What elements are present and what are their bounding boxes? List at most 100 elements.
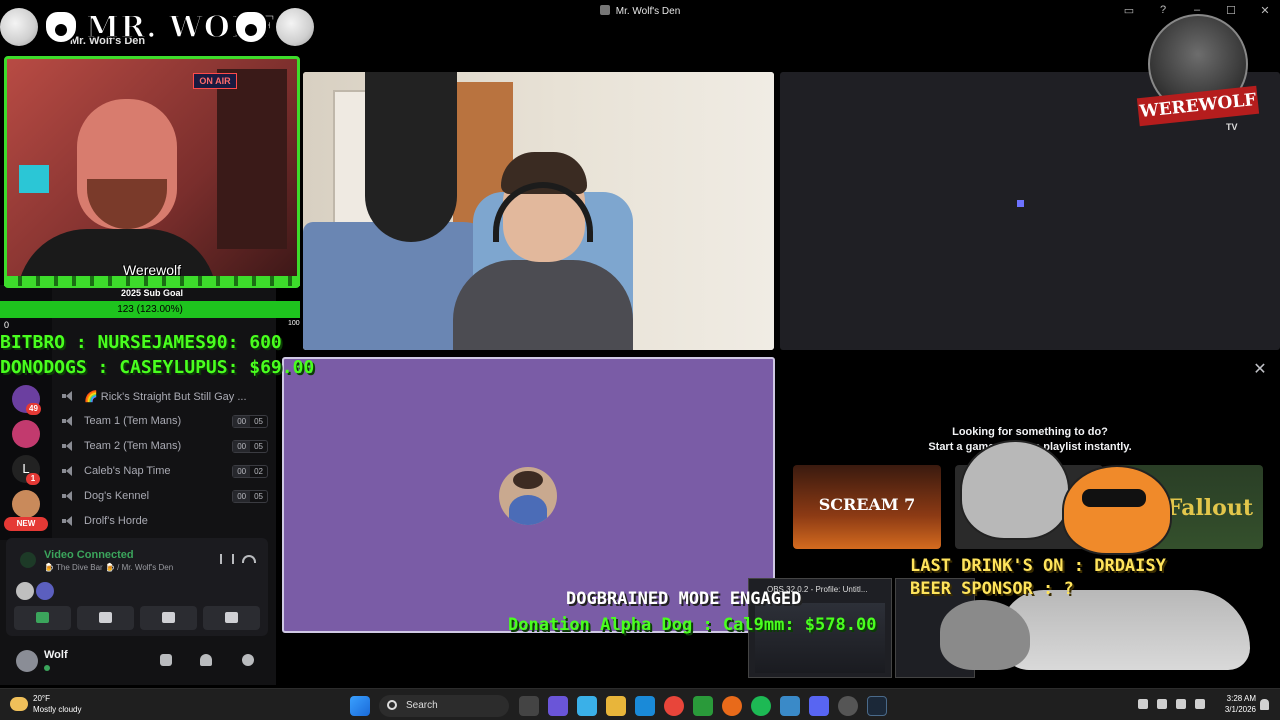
werewolf-logo-text: WEREWOLF <box>1136 85 1260 127</box>
avatar[interactable] <box>16 650 38 672</box>
cat-mascot-image <box>960 440 1070 540</box>
speaker-icon <box>62 466 76 476</box>
activity-card[interactable]: SCREAM 7 <box>793 465 941 549</box>
copilot-icon[interactable] <box>577 696 597 716</box>
search-box[interactable]: Search <box>379 695 509 717</box>
voice-channel[interactable]: Team 2 (Tem Mans) 00 05 <box>62 435 268 457</box>
display-icon[interactable] <box>1176 699 1186 709</box>
ticker-donations: DONODOGS : CASEYLUPUS: $69.00 <box>0 357 315 378</box>
participant-avatar <box>499 467 557 525</box>
beer-sponsor: BEER SPONSOR : ? <box>910 579 1074 599</box>
mr-wolf-logo: MR. WOLF <box>0 4 316 50</box>
voice-channel[interactable]: Caleb's Nap Time 00 02 <box>62 460 268 482</box>
voice-channel[interactable]: 🌈 Rick's Straight But Still Gay ... <box>62 385 268 407</box>
subgoal-bar: 123 (123.00%) <box>0 301 300 318</box>
camera-icon <box>36 612 49 623</box>
webcam-label: Werewolf <box>122 262 182 278</box>
taskbar-apps: Search <box>350 695 896 717</box>
paw-icon <box>44 10 78 44</box>
screen-share-button[interactable] <box>77 606 134 630</box>
discord-icon[interactable] <box>809 696 829 716</box>
status-indicator <box>44 663 74 671</box>
start-icon[interactable] <box>350 696 370 716</box>
voice-channel[interactable]: Dog's Kennel 00 05 <box>62 485 268 507</box>
screen-share-icon[interactable]: ▭ <box>1122 4 1136 17</box>
preview-thumbnail <box>755 603 885 673</box>
file-explorer-icon[interactable] <box>606 696 626 716</box>
werewolf-tv-logo: WEREWOLF TV <box>1136 14 1262 136</box>
edge-icon[interactable] <box>635 696 655 716</box>
system-tray <box>1138 699 1205 709</box>
voice-channel[interactable]: Team 1 (Tem Mans) 00 05 <box>62 410 268 432</box>
camera-button[interactable] <box>14 606 71 630</box>
soundboard-button[interactable] <box>203 606 260 630</box>
speaker-icon <box>62 416 76 426</box>
username[interactable]: Wolf <box>44 649 68 661</box>
server-icon[interactable] <box>12 420 40 448</box>
steam-icon[interactable] <box>867 696 887 716</box>
unread-badge: 1 <box>26 473 40 485</box>
speaker-icon <box>62 391 76 401</box>
clock[interactable]: 3:28 AM 3/1/2026 <box>1216 693 1256 715</box>
participant-avatar[interactable] <box>16 582 34 600</box>
loading-indicator <box>1017 200 1024 207</box>
user-panel: Wolf <box>6 644 268 680</box>
taskbar: 20°F Mostly cloudy Search 3:28 AM 3/1/20… <box>0 688 1280 720</box>
weather-condition: Mostly cloudy <box>33 705 82 714</box>
user-limit: 00 05 <box>232 414 268 428</box>
participant-avatar[interactable] <box>36 582 54 600</box>
task-view-icon[interactable] <box>519 696 539 716</box>
moon-icon <box>276 8 314 46</box>
notification-bell-icon[interactable] <box>1260 699 1269 710</box>
user-limit: 00 05 <box>232 489 268 503</box>
volume-icon[interactable] <box>1195 699 1205 709</box>
video-tile-streamer[interactable] <box>303 72 774 350</box>
clock-date: 3/1/2026 <box>1224 705 1256 714</box>
obs-icon[interactable] <box>838 696 858 716</box>
video-feed <box>453 152 633 350</box>
headphones-icon[interactable] <box>200 654 212 666</box>
clock-time: 3:28 AM <box>1226 694 1256 703</box>
app-icon[interactable] <box>780 696 800 716</box>
microphone-icon[interactable] <box>160 654 172 666</box>
speaker-icon <box>62 441 76 451</box>
ticker-bits: BITBRO : NURSEJAMES90: 600 <box>0 332 282 353</box>
server-icon[interactable] <box>12 490 40 518</box>
activities-button[interactable] <box>140 606 197 630</box>
signal-icon[interactable] <box>20 552 36 568</box>
subgoal-min: 0 <box>4 320 10 330</box>
activities-icon <box>162 612 175 623</box>
voice-location[interactable]: 🍺 The Dive Bar 🍺 / Mr. Wolf's Den <box>44 563 173 572</box>
screen-share-icon <box>99 612 112 623</box>
window-title-text: Mr. Wolf's Den <box>615 6 681 17</box>
xbox-icon[interactable] <box>693 696 713 716</box>
microphone-icon[interactable] <box>1157 699 1167 709</box>
subgoal-title: 2025 Sub Goal <box>120 288 184 298</box>
chevron-up-icon[interactable] <box>1138 699 1148 709</box>
chrome-icon[interactable] <box>664 696 684 716</box>
disconnect-icon[interactable] <box>242 555 256 563</box>
settings-gear-icon[interactable] <box>242 654 254 666</box>
weather-icon <box>10 697 28 711</box>
noise-suppression-icon[interactable] <box>220 554 234 564</box>
last-drink: LAST DRINK'S ON : DRDAISY <box>910 556 1166 576</box>
paw-icon <box>234 10 268 44</box>
app-icon <box>599 5 610 15</box>
voice-controls <box>14 606 260 630</box>
channel-name: Team 1 (Tem Mans) <box>84 415 182 427</box>
activity-card-title: SCREAM 7 <box>818 495 916 514</box>
teams-icon[interactable] <box>548 696 568 716</box>
video-feed <box>365 72 457 242</box>
top-donation: Donation Alpha Dog : Cal9mm: $578.00 <box>508 615 877 635</box>
voice-channel[interactable]: Drolf's Horde <box>62 510 268 532</box>
firefox-icon[interactable] <box>722 696 742 716</box>
channel-name: Dog's Kennel <box>84 490 150 502</box>
user-limit: 00 02 <box>232 464 268 478</box>
spotify-icon[interactable] <box>751 696 771 716</box>
close-icon[interactable]: ✕ <box>1252 362 1268 378</box>
screen: Mr. Wolf's Den ▭ ? – ☐ ✕ Mr. Wolf's Den … <box>0 0 1280 720</box>
moon-icon <box>0 8 38 46</box>
new-badge: NEW <box>4 517 48 531</box>
channel-name: Caleb's Nap Time <box>84 465 171 477</box>
voice-status[interactable]: Video Connected <box>44 549 134 561</box>
